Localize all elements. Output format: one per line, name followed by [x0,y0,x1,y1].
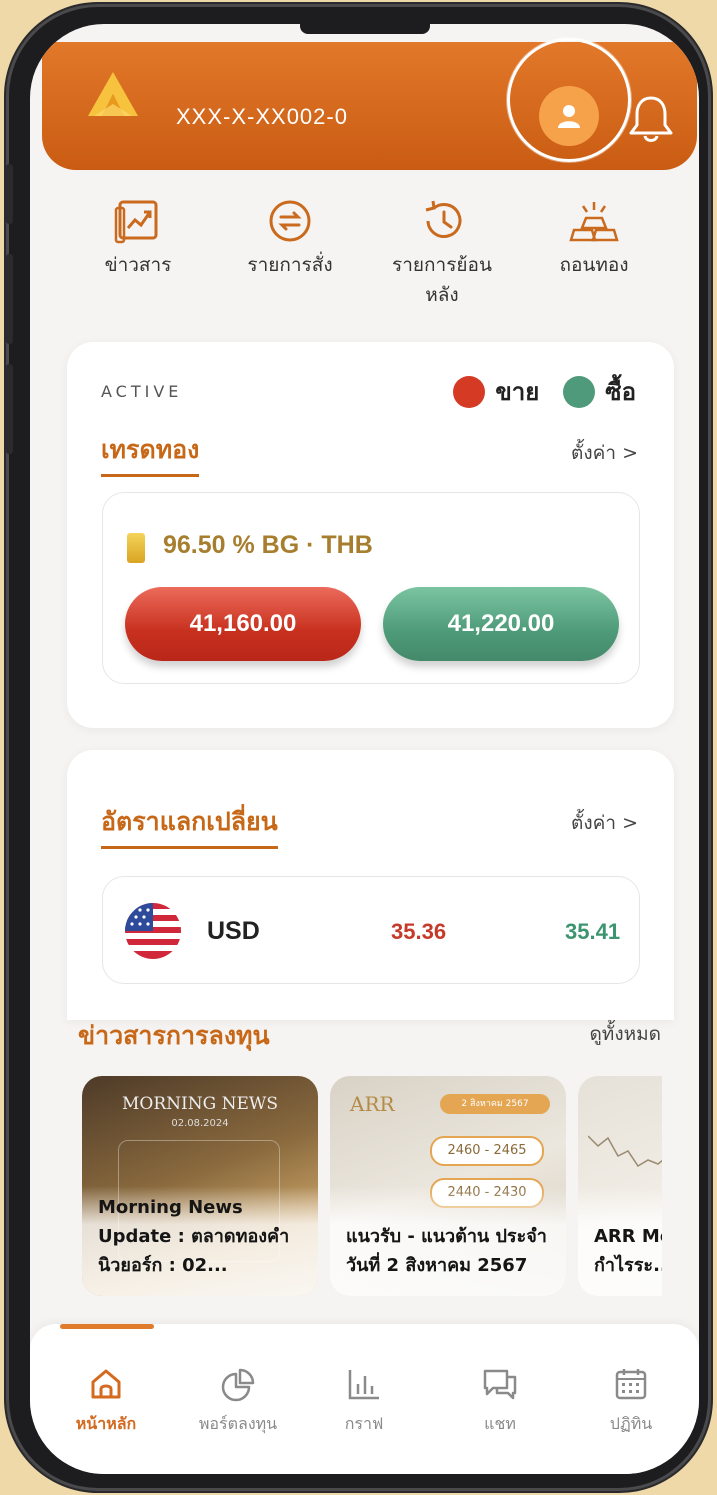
news-chart-icon [114,200,158,244]
trade-settings-link[interactable]: ตั้งค่า > [571,438,638,468]
nav-tab-portfolio[interactable]: พอร์ตลงทุน [178,1364,298,1437]
active-tab-indicator [60,1324,154,1329]
phone-side-button [6,164,13,224]
quick-menu-news[interactable]: ข่าวสาร [62,194,214,314]
app-screen: XXX-X-XX002-0 ข่าวสาร รายการสั่ง รายการย… [30,24,699,1474]
news-section-title: ข่าวสารการลงทุน [78,1021,270,1050]
gold-price-panel: 96.50 % BG · THB 41,160.00 41,220.00 [102,492,640,684]
bar-chart-icon [348,1370,379,1400]
news-image-brand: ARR [350,1092,395,1116]
sell-price-button[interactable]: 41,160.00 [125,587,361,661]
currency-code: USD [207,917,260,945]
quick-menu-withdraw-gold[interactable]: ถอนทอง [518,194,670,314]
order-exchange-icon [269,200,311,242]
trade-gold-card: ACTIVE ขาย ซื้อ เทรดทอง ตั้งค่า > 96.50 … [67,342,674,728]
news-image-caption: MORNING NEWS [122,1094,278,1114]
phone-side-button [6,364,13,454]
gold-bars-icon [569,202,619,242]
news-image-date: 02.08.2024 [171,1118,229,1129]
price-legend: ขาย ซื้อ [453,372,636,411]
news-headline: แนวรับ - แนวต้าน ประจำวันที่ 2 สิงหาคม 2… [346,1226,547,1276]
profile-avatar-button[interactable] [539,86,599,146]
nav-tab-label: แชท [484,1414,516,1433]
nav-tab-label: กราฟ [344,1414,384,1433]
nav-tab-label: พอร์ตลงทุน [198,1414,278,1433]
news-card[interactable]: ARR 2 สิงหาคม 2567 2460 - 2465 2440 - 24… [330,1076,566,1296]
see-all-news-link[interactable]: ดูทั้งหมด [589,1019,661,1049]
section-title: อัตราแลกเปลี่ยน [101,802,278,849]
phone-frame: XXX-X-XX002-0 ข่าวสาร รายการสั่ง รายการย… [6,4,711,1491]
news-image-date: 2 สิงหาคม 2567 [440,1094,550,1114]
user-icon [558,105,580,128]
buy-legend-dot [563,375,596,408]
quick-menu-label: ข่าวสาร [104,254,172,276]
us-flag-icon [125,903,181,959]
currency-buy-rate: 35.41 [565,919,621,944]
news-carousel: MORNING NEWS 02.08.2024 Morning News Upd… [82,1076,662,1296]
gold-product-name: 96.50 % BG · THB [163,531,373,559]
gold-bar-icon [127,533,145,563]
news-mini-chart-icon [588,1135,662,1168]
news-headline: ARR Mo... 02-08-... กำไรระ... [594,1226,662,1276]
home-icon [91,1369,121,1399]
currency-sell-rate: 35.36 [391,919,447,944]
buy-legend-label: ซื้อ [605,378,636,406]
news-headline: Morning News Update : ตลาดทองคำนิวยอร์ก … [98,1197,290,1276]
quick-menu-label: รายการย้อน หลัง [392,254,492,306]
nav-tab-label: หน้าหลัก [75,1414,137,1433]
nav-tab-home[interactable]: หน้าหลัก [46,1364,166,1437]
sell-legend-label: ขาย [495,378,540,406]
phone-side-button [6,254,13,344]
bottom-navigation: หน้าหลัก พอร์ตลงทุน กราฟ แชท ปฏิทิน [30,1324,699,1474]
account-number: XXX-X-XX002-0 [176,104,348,129]
news-card[interactable]: MORNING NEWS 02.08.2024 Morning News Upd… [82,1076,318,1296]
sell-legend-dot [453,375,486,408]
nav-tab-calendar[interactable]: ปฏิทิน [571,1364,691,1437]
pie-chart-icon [221,1368,255,1402]
calendar-icon [615,1369,647,1400]
news-card[interactable]: ARR Mo... 02-08-... กำไรระ... [578,1076,662,1296]
news-image-range: 2460 - 2465 [430,1136,544,1166]
quick-menu-label: รายการสั่ง [247,254,333,276]
exchange-rate-card: อัตราแลกเปลี่ยน ตั้งค่า > USD 35.36 35.4… [67,750,674,1020]
quick-menu-orders[interactable]: รายการสั่ง [214,194,366,314]
nav-tab-chat[interactable]: แชท [440,1364,560,1437]
quick-menu-history[interactable]: รายการย้อน หลัง [366,194,518,314]
history-clock-icon [425,200,462,238]
nav-tab-label: ปฏิทิน [609,1414,653,1433]
market-status: ACTIVE [101,382,183,401]
section-title: เทรดทอง [101,430,200,477]
brand-logo-icon [88,72,138,116]
speaker-notch [299,24,430,34]
chat-icon [483,1369,517,1400]
exchange-settings-link[interactable]: ตั้งค่า > [571,808,638,838]
bell-icon[interactable] [626,92,676,146]
nav-tab-chart[interactable]: กราฟ [304,1364,424,1437]
quick-menu-label: ถอนทอง [559,254,629,276]
app-header: XXX-X-XX002-0 [42,38,697,170]
buy-price-button[interactable]: 41,220.00 [383,587,619,661]
currency-row[interactable]: USD 35.36 35.41 [102,876,640,984]
quick-menu: ข่าวสาร รายการสั่ง รายการย้อน หลัง ถอนทอ… [62,194,672,314]
